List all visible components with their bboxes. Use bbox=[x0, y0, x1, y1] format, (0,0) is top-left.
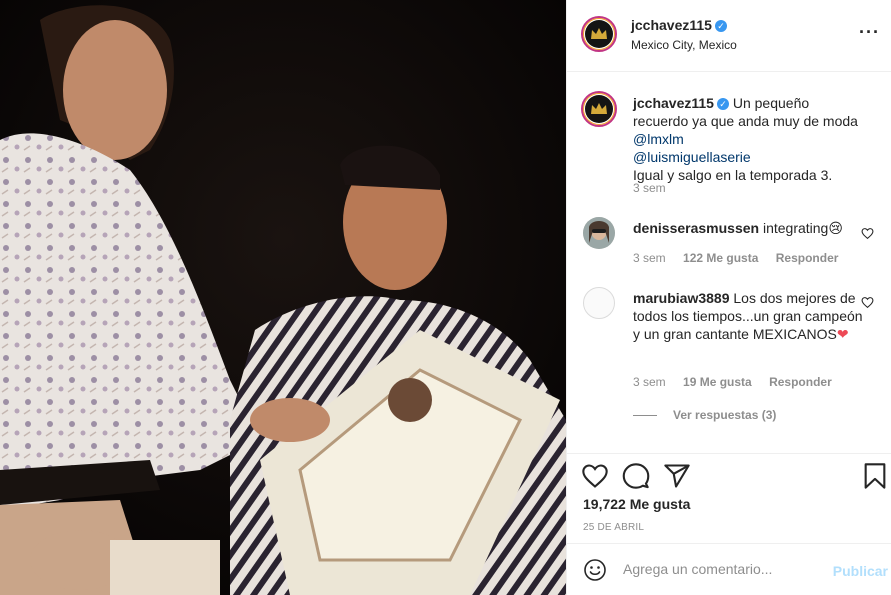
crown-logo-icon bbox=[591, 103, 607, 114]
crown-logo-icon bbox=[591, 28, 607, 39]
caption-username[interactable]: jcchavez115 bbox=[633, 95, 714, 111]
emoji-smile-icon[interactable] bbox=[583, 558, 607, 582]
author-username[interactable]: jcchavez115 bbox=[631, 17, 712, 33]
post-side-panel: jcchavez115 ✓ Mexico City, Mexico ··· jcc… bbox=[566, 0, 891, 595]
reply-button[interactable]: Responder bbox=[776, 251, 839, 265]
comment-like-heart-icon[interactable] bbox=[861, 296, 874, 309]
comment-username[interactable]: denisserasmussen bbox=[633, 220, 759, 236]
comment-text: integrating bbox=[762, 220, 829, 236]
post-location[interactable]: Mexico City, Mexico bbox=[631, 38, 737, 52]
post-actions: 19,722 Me gusta 25 DE ABRIL bbox=[567, 453, 891, 543]
post-date[interactable]: 25 DE ABRIL bbox=[583, 522, 644, 533]
send-icon[interactable] bbox=[663, 462, 691, 490]
comment-time[interactable]: 3 sem bbox=[633, 251, 666, 265]
comment-likes[interactable]: 122 Me gusta bbox=[683, 251, 758, 265]
verified-badge-icon: ✓ bbox=[714, 20, 727, 32]
comments-list: jcchavez115 ✓ Un pequeño recuerdo ya que … bbox=[567, 73, 891, 453]
publish-button[interactable]: Publicar bbox=[833, 563, 888, 579]
comment-emoji: 😢 bbox=[828, 220, 843, 236]
reply-button[interactable]: Responder bbox=[769, 375, 832, 389]
caption-avatar[interactable] bbox=[581, 91, 617, 127]
heart-icon[interactable] bbox=[581, 462, 609, 490]
comment-likes[interactable]: 19 Me gusta bbox=[683, 375, 752, 389]
comment-meta: 3 sem 19 Me gusta Responder bbox=[633, 375, 846, 389]
comment-item: denisserasmussen integrating😢 bbox=[633, 219, 865, 237]
view-replies-button[interactable]: Ver respuestas (3) bbox=[633, 408, 776, 422]
likes-count[interactable]: 19,722 Me gusta bbox=[583, 496, 690, 512]
comment-time[interactable]: 3 sem bbox=[633, 375, 666, 389]
comment-icon[interactable] bbox=[622, 462, 650, 490]
add-comment-input[interactable] bbox=[623, 558, 823, 580]
comment-emoji: ❤ bbox=[836, 326, 849, 342]
comment-like-heart-icon[interactable] bbox=[861, 227, 874, 240]
caption-mention-1[interactable]: @lmxlm bbox=[633, 131, 684, 147]
comment-username[interactable]: marubiaw3889 bbox=[633, 290, 730, 306]
comment-item: marubiaw3889 Los dos mejores de todos lo… bbox=[633, 289, 865, 343]
verified-badge-icon: ✓ bbox=[716, 98, 729, 110]
post-header: jcchavez115 ✓ Mexico City, Mexico ··· bbox=[567, 0, 891, 72]
caption-meta: 3 sem bbox=[633, 181, 680, 195]
bookmark-icon[interactable] bbox=[861, 462, 889, 490]
caption: jcchavez115 ✓ Un pequeño recuerdo ya que … bbox=[633, 94, 865, 184]
caption-mention-2[interactable]: @luismiguellaserie bbox=[633, 149, 751, 165]
author-avatar[interactable] bbox=[581, 16, 617, 52]
view-replies-label: Ver respuestas (3) bbox=[673, 408, 777, 422]
post-photo-artwork bbox=[0, 0, 566, 595]
post-photo[interactable] bbox=[0, 0, 566, 595]
commenter-avatar[interactable] bbox=[583, 287, 615, 319]
caption-time[interactable]: 3 sem bbox=[633, 181, 666, 195]
comment-meta: 3 sem 122 Me gusta Responder bbox=[633, 251, 852, 265]
replies-divider bbox=[633, 415, 657, 417]
commenter-avatar[interactable] bbox=[583, 217, 615, 249]
more-horizontal-icon[interactable]: ··· bbox=[859, 22, 880, 43]
add-comment-bar: Publicar bbox=[567, 543, 891, 595]
user-photo-icon bbox=[583, 217, 615, 249]
